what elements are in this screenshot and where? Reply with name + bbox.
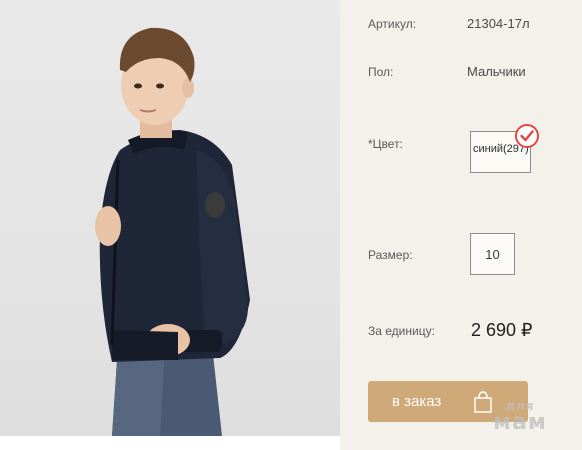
- article-label: Артикул:: [368, 17, 417, 31]
- size-option-button[interactable]: 10: [470, 233, 515, 275]
- size-option-label: 10: [485, 246, 500, 262]
- price-label: За единицу:: [368, 324, 435, 338]
- site-watermark-logo: для мам: [493, 400, 547, 434]
- gender-value: Мальчики: [467, 64, 526, 79]
- size-label: Размер:: [368, 248, 413, 262]
- watermark-line-2: мам: [493, 410, 547, 435]
- article-value: 21304-17л: [467, 16, 530, 31]
- check-icon: [515, 124, 539, 148]
- color-label: *Цвет:: [368, 137, 403, 151]
- product-details-panel: Артикул: 21304-17л Пол: Мальчики *Цвет: …: [340, 0, 582, 450]
- shopping-bag-icon: [472, 390, 494, 418]
- add-to-order-label: в заказ: [392, 393, 442, 410]
- price-value: 2 690 ₽: [471, 320, 533, 340]
- product-photo: [0, 0, 340, 436]
- gender-label: Пол:: [368, 65, 394, 79]
